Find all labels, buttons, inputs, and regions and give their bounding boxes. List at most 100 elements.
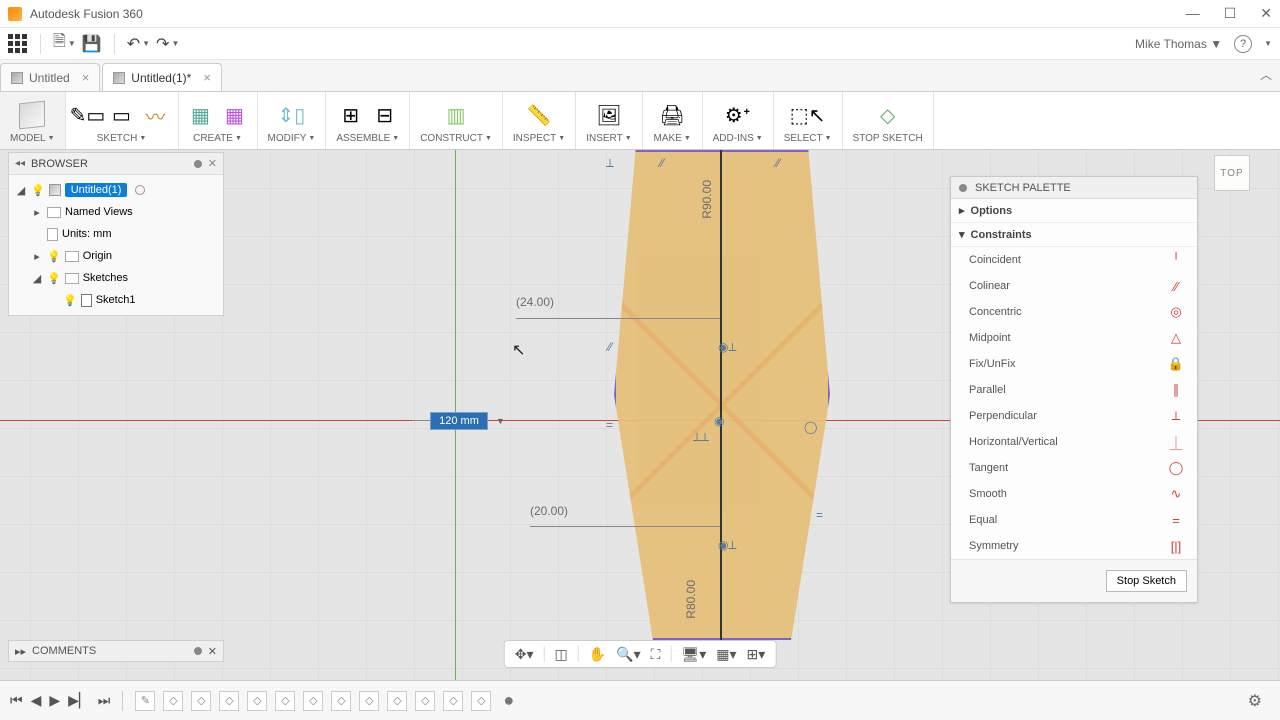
collapse-arrows-icon[interactable]: ◂◂ bbox=[15, 158, 25, 169]
lightbulb-icon[interactable]: 💡 bbox=[31, 184, 45, 197]
tl-feature[interactable]: ◇ bbox=[219, 691, 239, 711]
tl-end[interactable]: ⏭ bbox=[98, 692, 111, 709]
tl-feature[interactable]: ◇ bbox=[275, 691, 295, 711]
constraint-glyph[interactable]: = bbox=[816, 508, 823, 522]
dimension-dropdown[interactable]: ▼ bbox=[496, 416, 505, 426]
tree-sketches[interactable]: ◢💡 Sketches bbox=[9, 267, 223, 289]
data-panel-icon[interactable] bbox=[8, 34, 28, 54]
ribbon-construct[interactable]: ▥ CONSTRUCT▼ bbox=[410, 92, 503, 149]
presspull-icon[interactable]: ⇕▯ bbox=[279, 103, 303, 127]
constraint-coincident[interactable]: Coincident╵ bbox=[951, 247, 1197, 273]
constraint-glyph[interactable]: ⁄⁄ bbox=[776, 156, 780, 170]
close-button[interactable]: ✕ bbox=[1260, 5, 1272, 22]
lookat-icon[interactable]: ◫ bbox=[554, 646, 567, 663]
constraint-fix[interactable]: Fix/UnFix🔒 bbox=[951, 351, 1197, 377]
user-menu[interactable]: Mike Thomas ▼ bbox=[1135, 37, 1222, 51]
expand-arrows-icon[interactable]: ▸▸ bbox=[15, 645, 26, 658]
tl-feature-sketch[interactable]: ✎ bbox=[135, 691, 155, 711]
constraint-colinear[interactable]: Colinear⁄⁄ bbox=[951, 273, 1197, 299]
workspace-switcher[interactable]: MODEL▼ bbox=[0, 92, 66, 149]
ribbon-sketch[interactable]: ✎▭ ▭ 〰 SKETCH▼ bbox=[66, 92, 179, 149]
stop-sketch-button[interactable]: Stop Sketch bbox=[1106, 570, 1187, 592]
pan-icon[interactable]: ✋ bbox=[589, 646, 606, 663]
browser-header[interactable]: ◂◂ BROWSER ✕ bbox=[9, 153, 223, 175]
close-icon[interactable]: ✕ bbox=[208, 157, 217, 170]
box-icon[interactable]: ▦ bbox=[223, 103, 247, 127]
constraint-glyph[interactable]: ⟂⟂ bbox=[693, 430, 709, 445]
constraint-glyph[interactable]: ⁄⁄ bbox=[608, 340, 612, 354]
plane-icon[interactable]: ▥ bbox=[444, 103, 468, 127]
extrude-icon[interactable]: ▦ bbox=[189, 103, 213, 127]
tl-feature[interactable]: ◇ bbox=[387, 691, 407, 711]
tl-feature[interactable]: ◇ bbox=[247, 691, 267, 711]
constraint-glyph[interactable]: ◉⟂ bbox=[718, 538, 736, 553]
fit-icon[interactable]: ⛶ bbox=[651, 646, 661, 663]
palette-options[interactable]: ▸Options bbox=[951, 199, 1197, 223]
constraint-smooth[interactable]: Smooth∿ bbox=[951, 481, 1197, 507]
lightbulb-icon[interactable]: 💡 bbox=[63, 294, 77, 307]
palette-constraints[interactable]: ▾Constraints bbox=[951, 223, 1197, 247]
constraint-concentric[interactable]: Concentric◎ bbox=[951, 299, 1197, 325]
sketch-profile[interactable] bbox=[614, 150, 830, 640]
pin-icon[interactable] bbox=[194, 647, 202, 655]
constraint-glyph[interactable]: ◯ bbox=[804, 420, 817, 434]
comments-panel[interactable]: ▸▸ COMMENTS ✕ bbox=[8, 640, 224, 662]
ribbon-select[interactable]: ⬚↖ SELECT▼ bbox=[774, 92, 843, 149]
constraint-glyph[interactable]: = bbox=[606, 418, 613, 432]
tl-feature[interactable]: ◇ bbox=[359, 691, 379, 711]
ribbon-modify[interactable]: ⇕▯ MODIFY▼ bbox=[258, 92, 327, 149]
effects-icon[interactable]: ▦▾ bbox=[716, 646, 736, 663]
constraint-hv[interactable]: Horizontal/Vertical⏊ bbox=[951, 429, 1197, 455]
ribbon-insert[interactable]: 🖼 INSERT▼ bbox=[576, 92, 642, 149]
constraint-parallel[interactable]: Parallel∥ bbox=[951, 377, 1197, 403]
measure-icon[interactable]: 📏 bbox=[527, 103, 551, 127]
decal-icon[interactable]: 🖼 bbox=[597, 103, 621, 127]
tree-origin[interactable]: ▸💡 Origin bbox=[9, 245, 223, 267]
lightbulb-icon[interactable]: 💡 bbox=[47, 272, 61, 285]
tree-units[interactable]: Units: mm bbox=[9, 223, 223, 245]
tl-feature[interactable]: ◇ bbox=[191, 691, 211, 711]
dim-label-24[interactable]: (24.00) bbox=[516, 295, 554, 309]
constraint-midpoint[interactable]: Midpoint△ bbox=[951, 325, 1197, 351]
ribbon-assemble[interactable]: ⊞ ⊟ ASSEMBLE▼ bbox=[326, 92, 410, 149]
pin-icon[interactable] bbox=[959, 184, 967, 192]
tl-start[interactable]: ⏮ bbox=[10, 692, 23, 709]
create-sketch-icon[interactable]: ✎▭ bbox=[76, 103, 100, 127]
save-button[interactable]: 💾 bbox=[82, 34, 102, 54]
tl-feature[interactable]: ◇ bbox=[303, 691, 323, 711]
dim-label-20[interactable]: (20.00) bbox=[530, 504, 568, 518]
maximize-button[interactable]: ☐ bbox=[1224, 5, 1237, 22]
tree-root[interactable]: ◢💡 Untitled(1) bbox=[9, 179, 223, 201]
tl-feature[interactable]: ◇ bbox=[331, 691, 351, 711]
print-icon[interactable]: 🖨 bbox=[660, 103, 684, 127]
settings-gear-icon[interactable]: ⚙ bbox=[1248, 691, 1262, 711]
tab-untitled1[interactable]: Untitled(1)* × bbox=[102, 63, 222, 91]
constraint-symmetry[interactable]: Symmetry[|] bbox=[951, 533, 1197, 559]
tabs-expand[interactable]: ︿ bbox=[1260, 66, 1272, 83]
pin-icon[interactable] bbox=[194, 160, 202, 168]
constraint-glyph[interactable]: ◉⟂ bbox=[718, 340, 736, 355]
constraint-glyph[interactable]: ⁄⁄ bbox=[660, 156, 664, 170]
display-icon[interactable]: 🖥▾ bbox=[681, 646, 706, 663]
help-button[interactable]: ? bbox=[1234, 35, 1252, 53]
tab-untitled[interactable]: Untitled × bbox=[0, 63, 100, 91]
ribbon-addins[interactable]: ⚙ᐩ ADD-INS▼ bbox=[703, 92, 774, 149]
palette-header[interactable]: SKETCH PALETTE bbox=[951, 177, 1197, 199]
tab-close[interactable]: × bbox=[203, 70, 211, 85]
tl-marker[interactable]: ● bbox=[503, 690, 514, 711]
dim-r90[interactable]: R90.00 bbox=[700, 180, 714, 219]
tab-close[interactable]: × bbox=[82, 70, 90, 85]
radio-icon[interactable] bbox=[135, 185, 145, 195]
close-icon[interactable]: ✕ bbox=[208, 645, 217, 658]
view-cube[interactable]: TOP bbox=[1214, 155, 1250, 191]
dimension-input[interactable] bbox=[430, 412, 488, 430]
addins-icon[interactable]: ⚙ᐩ bbox=[726, 103, 750, 127]
select-icon[interactable]: ⬚↖ bbox=[796, 103, 820, 127]
constraint-glyph[interactable]: ◉ bbox=[714, 414, 724, 428]
ribbon-inspect[interactable]: 📏 INSPECT▼ bbox=[503, 92, 576, 149]
ribbon-stop-sketch[interactable]: ◇ STOP SKETCH bbox=[843, 92, 934, 149]
dim-r80[interactable]: R80.00 bbox=[684, 580, 698, 619]
redo-button[interactable]: ↷▼ bbox=[156, 34, 179, 54]
tl-feature[interactable]: ◇ bbox=[415, 691, 435, 711]
tl-feature[interactable]: ◇ bbox=[471, 691, 491, 711]
